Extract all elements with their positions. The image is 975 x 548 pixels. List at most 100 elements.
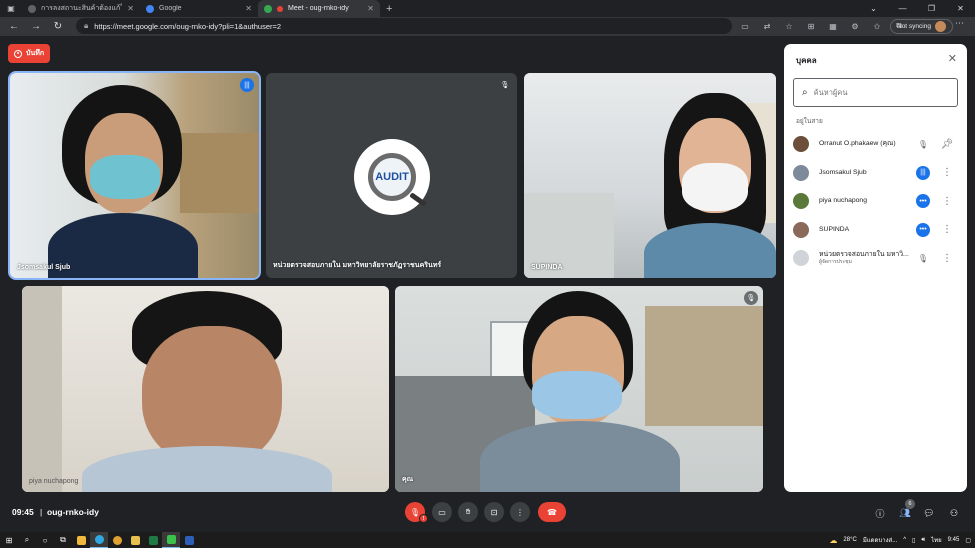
video-tile-supinda[interactable]: SUPINDA	[524, 73, 776, 278]
translate-icon[interactable]: ⇄	[760, 18, 774, 34]
more-options-icon[interactable]: ⋮	[942, 222, 952, 238]
avatar	[793, 193, 809, 210]
close-tab-icon[interactable]: ✕	[127, 4, 134, 13]
file-explorer-icon[interactable]	[126, 532, 144, 548]
recording-indicator[interactable]: บันทึก	[8, 44, 51, 63]
lock-icon[interactable]: 🔒︎	[84, 21, 88, 31]
tab-1[interactable]: การลงสถานะสินค้าต้องแก้ใน ✕	[22, 0, 140, 17]
address-bar[interactable]: 🔒︎ https://meet.google.com/oug-rnko-idy?…	[76, 18, 732, 34]
browser-menu-icon[interactable]: ⋯	[955, 18, 964, 29]
more-options-button[interactable]: ⋮	[510, 502, 530, 522]
video-tile-self[interactable]: คุณ 🎙︎	[395, 286, 763, 492]
video-feed	[22, 286, 389, 492]
more-options-icon[interactable]: ⋮	[942, 165, 952, 181]
url-text: https://meet.google.com/oug-rnko-idy?pli…	[94, 21, 282, 31]
close-tab-icon[interactable]: ✕	[367, 4, 374, 13]
tab-3-meet[interactable]: Meet - oug-rnko-idy ✕	[258, 0, 380, 17]
tab-2[interactable]: Google ✕	[140, 0, 258, 17]
cortana-icon[interactable]: ○	[36, 532, 54, 548]
video-tile-jsomsakul[interactable]: Jsomsakul Sjub |||	[8, 71, 261, 280]
search-icon[interactable]: ⌕	[18, 532, 36, 548]
sync-status-button[interactable]: Not syncing	[890, 19, 953, 34]
participant-role: ผู้จัดการประชุม	[819, 259, 852, 266]
participant-row[interactable]: Orranut O.phakaew (คุณ) 🎙︎ 📌︎	[784, 130, 967, 159]
video-feed	[524, 73, 776, 278]
task-view-icon[interactable]: ⧉	[54, 532, 72, 548]
tile-name: piya nuchapong	[29, 478, 79, 485]
hand-icon: ✋︎	[465, 507, 471, 516]
chevron-up-icon[interactable]: ^	[903, 537, 906, 543]
taskbar-clock[interactable]: 9:45	[948, 537, 960, 543]
close-window-icon[interactable]: ✕	[946, 0, 975, 17]
network-icon[interactable]: ▯	[912, 537, 915, 544]
video-feed	[10, 73, 259, 278]
participant-name: หน่วยตรวจสอบภายใน มหาวิ... ผู้จัดการประช…	[819, 251, 911, 265]
record-icon	[14, 49, 22, 58]
temperature[interactable]: 28°C	[843, 537, 856, 543]
minimize-icon[interactable]: —	[888, 0, 917, 17]
line-app-icon[interactable]	[162, 532, 180, 548]
participant-row[interactable]: piya nuchapong ••• ⋮	[784, 187, 967, 216]
reload-icon[interactable]: ↻	[50, 19, 66, 35]
bookmarks-icon[interactable]: ✩	[870, 18, 884, 34]
tab-list-icon[interactable]: ⌄	[859, 0, 888, 17]
pin-icon[interactable]: 📌︎	[941, 136, 954, 152]
activities-icon[interactable]: ⚇	[946, 505, 962, 521]
raise-hand-button[interactable]: ✋︎	[458, 502, 478, 522]
language-indicator[interactable]: ไทย	[931, 535, 942, 545]
back-icon[interactable]: ←	[6, 19, 22, 35]
video-tile-audit[interactable]: 🎙︎ AUDIT หน่วยตรวจสอบภายใน มหาวิทยาลัยรา…	[266, 73, 517, 278]
participant-name: SUPINDA	[819, 225, 850, 233]
camera-toggle-button[interactable]: ▭	[432, 502, 452, 522]
search-icon: ⌕	[802, 87, 808, 98]
participant-name: Jsomsakul Sjub	[819, 168, 867, 176]
bookmark-star-icon[interactable]: ☆	[782, 18, 796, 34]
close-panel-icon[interactable]: ✕	[948, 52, 957, 65]
search-input[interactable]	[813, 88, 944, 97]
mic-off-icon: 🎙︎	[917, 139, 929, 149]
present-button[interactable]: ⊡	[484, 502, 504, 522]
participant-row[interactable]: Jsomsakul Sjub ||| ⋮	[784, 159, 967, 188]
word-icon[interactable]	[180, 532, 198, 548]
camera-icon[interactable]: ▭	[738, 18, 752, 34]
speaking-indicator-icon: |||	[916, 165, 930, 180]
leave-call-button[interactable]: ☎︎	[538, 502, 566, 522]
more-options-icon[interactable]: ⋮	[942, 193, 952, 209]
participant-row[interactable]: หน่วยตรวจสอบภายใน มหาวิ... ผู้จัดการประช…	[784, 244, 967, 273]
avatar-text: AUDIT	[375, 171, 409, 183]
more-options-icon[interactable]: ⋮	[942, 250, 952, 266]
people-search[interactable]: ⌕	[793, 78, 958, 107]
notification-icon[interactable]: ▢	[965, 537, 971, 544]
video-tile-piya[interactable]: piya nuchapong	[22, 286, 389, 492]
chrome-icon[interactable]	[108, 532, 126, 548]
tab-title: Google	[159, 5, 182, 12]
weather-icon: ☁︎	[829, 535, 838, 545]
settings-icon[interactable]: ⚙	[848, 18, 862, 34]
weather-text[interactable]: มีแดดบางส่...	[863, 535, 897, 545]
windows-start-icon[interactable]: ⊞	[0, 532, 18, 548]
tile-name: Jsomsakul Sjub	[17, 264, 71, 271]
meeting-details-icon[interactable]: ⓘ	[872, 505, 888, 521]
system-tray: ☁︎ 28°C มีแดดบางส่... ^ ▯ 🔊︎ ไทย 9:45 ▢	[829, 532, 971, 548]
participant-row[interactable]: SUPINDA ••• ⋮	[784, 216, 967, 245]
mic-off-icon: 🎙︎	[498, 78, 512, 92]
app-icon-1[interactable]	[72, 532, 90, 548]
tab-search-icon[interactable]: ▣	[0, 0, 22, 17]
tab-title: การลงสถานะสินค้าต้องแก้ใน	[41, 5, 123, 12]
extension-icon-2[interactable]: ▦	[826, 18, 840, 34]
tile-name: หน่วยตรวจสอบภายใน มหาวิทยาลัยราชภัฏราชนค…	[273, 262, 442, 269]
excel-icon[interactable]	[144, 532, 162, 548]
edge-browser-icon[interactable]	[90, 532, 108, 548]
extension-icon[interactable]: ⊞	[804, 18, 818, 34]
window-controls: ⌄ — ❐ ✕	[859, 0, 975, 17]
people-panel: บุคคล ✕ ⌕ อยู่ในสาย Orranut O.phakaew (ค…	[784, 44, 967, 492]
close-tab-icon[interactable]: ✕	[245, 4, 252, 13]
mic-toggle-button[interactable]: 🎙︎ !	[405, 502, 428, 523]
panel-title: บุคคล	[796, 56, 817, 65]
new-tab-button[interactable]: +	[386, 3, 392, 15]
maximize-icon[interactable]: ❐	[917, 0, 946, 17]
chat-icon[interactable]: 💬︎	[921, 505, 937, 521]
volume-icon[interactable]: 🔊︎	[921, 537, 925, 544]
forward-icon[interactable]: →	[28, 19, 44, 35]
tile-name: SUPINDA	[531, 264, 563, 271]
